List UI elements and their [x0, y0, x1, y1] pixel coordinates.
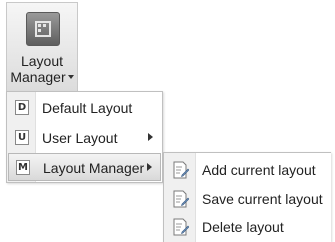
layout-manager-ribbon-button[interactable]: Layout Manager — [6, 2, 78, 92]
submenu-item-label: Add current layout — [202, 162, 316, 178]
submenu-item-delete-layout[interactable]: Delete layout — [165, 213, 331, 241]
document-edit-icon — [173, 190, 189, 208]
document-edit-icon — [173, 161, 189, 179]
menu-item-label: User Layout — [42, 130, 118, 146]
layout-manager-badge-icon: M — [16, 160, 30, 175]
ribbon-label-line2: Manager — [10, 69, 66, 85]
submenu-arrow-icon — [148, 133, 153, 141]
menu-item-label: Default Layout — [42, 100, 133, 116]
submenu-item-label: Save current layout — [202, 191, 323, 207]
menu-item-label: Layout Manager — [43, 160, 145, 176]
submenu-item-save-current-layout[interactable]: Save current layout — [165, 185, 331, 213]
layout-manager-icon — [26, 12, 60, 46]
ribbon-label-line1: Layout — [20, 53, 64, 69]
ribbon-button-label: Layout Manager — [7, 53, 77, 85]
default-layout-badge-icon: D — [15, 100, 29, 115]
menu-item-default-layout[interactable]: D Default Layout — [8, 94, 161, 122]
dropdown-caret-icon — [67, 75, 74, 79]
menu-item-layout-manager[interactable]: M Layout Manager — [8, 153, 161, 181]
user-layout-badge-icon: U — [15, 130, 29, 145]
submenu-arrow-icon — [147, 163, 152, 171]
layout-manager-submenu: Add current layout Save current layout D… — [163, 152, 331, 242]
document-edit-icon — [173, 218, 189, 236]
menu-item-user-layout[interactable]: U User Layout — [8, 124, 161, 152]
submenu-item-add-current-layout[interactable]: Add current layout — [165, 156, 331, 184]
layout-dropdown-menu: D Default Layout U User Layout M Layout … — [6, 91, 163, 183]
submenu-item-label: Delete layout — [202, 219, 284, 235]
